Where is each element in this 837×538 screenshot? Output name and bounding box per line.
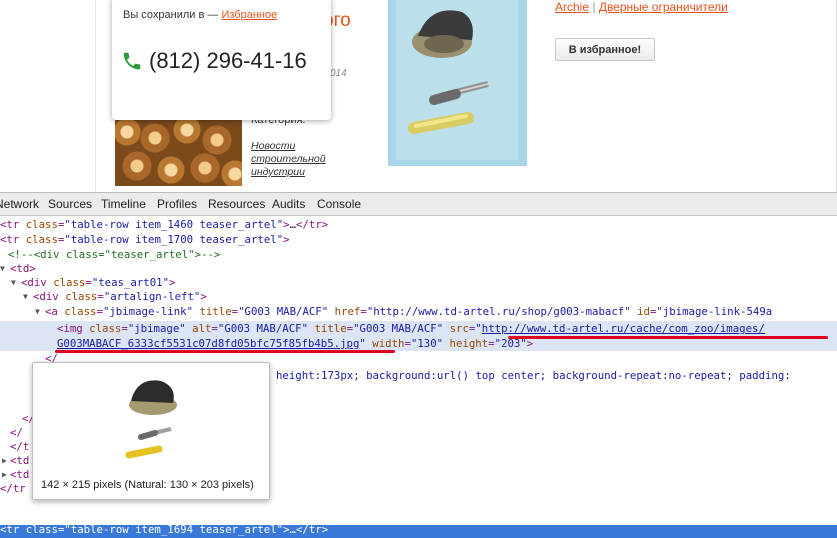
collapse-arrow-icon[interactable]: ▼ — [0, 264, 5, 273]
url-underline-mark — [508, 336, 828, 339]
collapse-arrow-icon[interactable]: ▼ — [35, 307, 40, 316]
breadcrumb-brand-link[interactable]: Archie — [555, 0, 589, 14]
collapse-arrow-icon[interactable]: ▼ — [23, 292, 28, 301]
dom-node-line[interactable]: <div class="artalign-left"> — [33, 290, 207, 304]
dom-style-line[interactable]: height:173px; background:url() top cente… — [276, 369, 791, 383]
article-date: 014 — [330, 68, 347, 79]
dom-node-line[interactable]: </ — [10, 426, 23, 440]
tab-profiles[interactable]: Profiles — [157, 197, 197, 211]
tab-console[interactable]: Console — [317, 197, 361, 211]
expand-arrow-icon[interactable]: ▶ — [2, 456, 7, 465]
news-category-link[interactable]: Новости строительной индустрии — [251, 140, 341, 179]
favorites-link[interactable]: Избранное — [221, 9, 277, 21]
page-divider — [95, 0, 96, 192]
favorites-popup: Вы сохранили в — Избранное (812) 296-41-… — [112, 0, 331, 120]
tab-audits[interactable]: Audits — [272, 197, 305, 211]
dom-node-line[interactable]: <td — [10, 468, 29, 482]
dom-node-line[interactable]: </tr — [0, 482, 26, 496]
product-image[interactable] — [396, 0, 518, 160]
breadcrumb-category-link[interactable]: Дверные ограничители — [599, 0, 728, 14]
dom-node-line[interactable]: <td> — [10, 262, 36, 276]
article-thumbnail[interactable] — [115, 118, 242, 186]
web-page: ого 014 Категория: Новости строительной … — [0, 0, 837, 192]
image-preview — [125, 380, 177, 459]
phone-icon — [123, 52, 141, 70]
dom-node-line[interactable]: <tr class="table-row item_1460 teaser_ar… — [0, 218, 328, 232]
phone-block: (812) 296-41-16 — [121, 48, 307, 74]
tab-network[interactable]: Network — [0, 197, 39, 211]
phone-number[interactable]: (812) 296-41-16 — [149, 48, 307, 74]
dom-node-line[interactable]: <a class="jbimage-link" title="G003 MAB/… — [45, 305, 772, 319]
image-dimensions: 142 × 215 pixels (Natural: 130 × 203 pix… — [41, 479, 254, 491]
image-preview-tooltip: 142 × 215 pixels (Natural: 130 × 203 pix… — [32, 362, 270, 500]
selected-img-node-cont[interactable]: G003MABACF_6333cf5531c07d8fd05bfc75f85fb… — [57, 337, 533, 351]
tab-timeline[interactable]: Timeline — [101, 197, 146, 211]
dom-node-line[interactable]: <div class="teas_art01"> — [21, 276, 175, 290]
breadcrumb-separator: | — [589, 0, 599, 14]
breadcrumb: Archie | Дверные ограничители — [555, 0, 728, 14]
tab-sources[interactable]: Sources — [48, 197, 92, 211]
saved-prefix: Вы сохранили в — — [123, 9, 222, 21]
dom-node-line[interactable]: <tr class="table-row item_1700 teaser_ar… — [0, 233, 290, 247]
collapse-arrow-icon[interactable]: ▼ — [11, 278, 16, 287]
devtools-tabbar: Network Sources Timeline Profiles Resour… — [0, 192, 837, 216]
hovered-row-line[interactable]: <tr class="table-row item_1694 teaser_ar… — [0, 523, 328, 537]
selected-img-node[interactable]: <img class="jbimage" alt="G003 MAB/ACF" … — [57, 322, 765, 336]
saved-message: Вы сохранили в — Избранное — [123, 9, 277, 21]
expand-arrow-icon[interactable]: ▶ — [2, 470, 7, 479]
door-stopper-image — [408, 10, 489, 134]
add-to-favorites-button[interactable]: В избранное! — [555, 38, 655, 61]
dom-node-line[interactable]: </t — [10, 440, 29, 454]
tab-resources[interactable]: Resources — [208, 197, 265, 211]
dom-node-line[interactable]: <td — [10, 454, 29, 468]
url-underline-mark — [55, 350, 395, 353]
dom-comment-line[interactable]: <!--<div class="teaser_artel">--> — [8, 248, 220, 262]
